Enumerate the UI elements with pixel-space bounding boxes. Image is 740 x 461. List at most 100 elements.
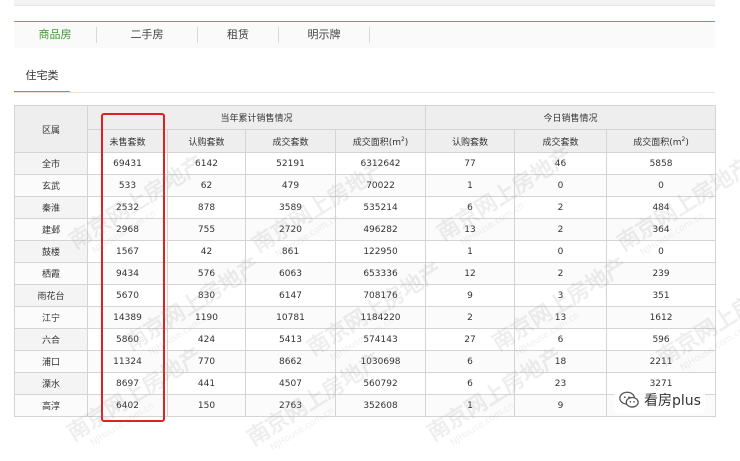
section-label-residential[interactable]: 住宅类 [14, 69, 70, 93]
table-row: 秦淮 2532 878 3589 535214 6 2 484 [14, 196, 717, 219]
year-subscribed-cell: 62 [167, 174, 246, 197]
brand-name: 看房plus [644, 393, 701, 409]
header-group-today: 今日销售情况 [425, 105, 717, 130]
year-deals-cell: 52191 [245, 152, 336, 175]
today-deals-cell: 3 [514, 284, 608, 307]
wechat-icon [619, 391, 639, 408]
unsold-cell: 69431 [87, 152, 168, 175]
today-area-cell: 484 [606, 196, 717, 219]
year-deals-cell: 4507 [245, 372, 336, 395]
today-subscribed-cell: 1 [425, 394, 516, 417]
year-subscribed-cell: 576 [167, 262, 246, 285]
today-subscribed-cell: 13 [425, 218, 516, 241]
header-year-deals: 成交套数 [245, 129, 336, 153]
section-divider [14, 92, 715, 93]
table-row: 高淳 6402 150 2763 352608 1 9 [14, 394, 717, 417]
today-deals-cell: 2 [514, 218, 608, 241]
table-row: 建邺 2968 755 2720 496282 13 2 364 [14, 218, 717, 241]
today-deals-cell: 9 [514, 394, 608, 417]
year-deals-cell: 479 [245, 174, 336, 197]
year-deals-cell: 2720 [245, 218, 336, 241]
year-area-cell: 70022 [334, 174, 427, 197]
today-subscribed-cell: 27 [425, 328, 516, 351]
header-year-area-label: 成交面积(m [352, 137, 401, 148]
sales-table: 区属 当年累计销售情况 今日销售情况 未售套数 认购套数 成交套数 成交面积(m… [14, 105, 717, 417]
unsold-cell: 11324 [87, 350, 168, 373]
year-subscribed-cell: 424 [167, 328, 246, 351]
header-today-area-close: ) [685, 137, 689, 148]
tab-disclosure[interactable]: 明示牌 [279, 27, 370, 43]
today-area-cell: 0 [606, 240, 717, 263]
table-row: 江宁 14389 1190 10781 1184220 2 13 1612 [14, 306, 717, 329]
header-year-area-close: ) [404, 137, 409, 148]
header-today-area-label: 成交面积(m [633, 137, 682, 148]
district-cell: 栖霞 [14, 262, 88, 285]
header-today-area: 成交面积(m2) [606, 129, 717, 153]
year-subscribed-cell: 6142 [167, 152, 246, 175]
year-subscribed-cell: 441 [167, 372, 246, 395]
today-deals-cell: 2 [514, 262, 608, 285]
tab-new-homes[interactable]: 商品房 [14, 27, 97, 43]
today-deals-cell: 0 [514, 174, 608, 197]
district-cell: 溧水 [14, 372, 88, 395]
today-subscribed-cell: 6 [425, 196, 516, 219]
header-district: 区属 [14, 105, 88, 153]
tab-rental[interactable]: 租赁 [198, 27, 279, 43]
today-subscribed-cell: 6 [425, 372, 516, 395]
today-subscribed-cell: 1 [425, 240, 516, 263]
year-deals-cell: 3589 [245, 196, 336, 219]
unsold-cell: 8697 [87, 372, 168, 395]
year-area-cell: 122950 [334, 240, 427, 263]
district-cell: 玄武 [14, 174, 88, 197]
tab-second-hand[interactable]: 二手房 [97, 27, 198, 43]
unsold-cell: 14389 [87, 306, 168, 329]
today-deals-cell: 0 [514, 240, 608, 263]
district-cell: 雨花台 [14, 284, 88, 307]
header-today-deals: 成交套数 [514, 129, 608, 153]
year-area-cell: 560792 [334, 372, 427, 395]
table-row: 全市 69431 6142 52191 6312642 77 46 5858 [14, 152, 717, 175]
top-strip [14, 0, 715, 6]
year-deals-cell: 10781 [245, 306, 336, 329]
tab-bar: 商品房 二手房 租赁 明示牌 [14, 21, 715, 48]
year-subscribed-cell: 770 [167, 350, 246, 373]
unsold-cell: 1567 [87, 240, 168, 263]
header-unsold: 未售套数 [87, 129, 168, 153]
today-subscribed-cell: 6 [425, 350, 516, 373]
year-area-cell: 574143 [334, 328, 427, 351]
year-area-cell: 6312642 [334, 152, 427, 175]
year-area-cell: 1030698 [334, 350, 427, 373]
today-deals-cell: 46 [514, 152, 608, 175]
year-subscribed-cell: 150 [167, 394, 246, 417]
today-area-cell: 351 [606, 284, 717, 307]
year-area-cell: 653336 [334, 262, 427, 285]
year-area-cell: 708176 [334, 284, 427, 307]
today-area-cell: 239 [606, 262, 717, 285]
district-cell: 高淳 [14, 394, 88, 417]
header-year-area: 成交面积(m2) [334, 129, 427, 153]
district-cell: 秦淮 [14, 196, 88, 219]
district-cell: 建邺 [14, 218, 88, 241]
today-area-cell: 2211 [606, 350, 717, 373]
district-cell: 六合 [14, 328, 88, 351]
district-cell: 江宁 [14, 306, 88, 329]
unsold-cell: 5860 [87, 328, 168, 351]
year-subscribed-cell: 42 [167, 240, 246, 263]
year-subscribed-cell: 755 [167, 218, 246, 241]
sales-table-body: 全市 69431 6142 52191 6312642 77 46 5858 玄武 533 62 47… [14, 152, 717, 417]
year-deals-cell: 8662 [245, 350, 336, 373]
today-deals-cell: 23 [514, 372, 608, 395]
table-row: 玄武 533 62 479 70022 1 0 0 [14, 174, 717, 197]
year-deals-cell: 5413 [245, 328, 336, 351]
table-row: 栖霞 9434 576 6063 653336 12 2 239 [14, 262, 717, 285]
unsold-cell: 9434 [87, 262, 168, 285]
header-today-subscribed: 认购套数 [425, 129, 516, 153]
today-area-cell: 0 [606, 174, 717, 197]
year-deals-cell: 6147 [245, 284, 336, 307]
today-area-cell: 596 [606, 328, 717, 351]
header-group-year: 当年累计销售情况 [86, 105, 427, 130]
year-deals-cell: 861 [245, 240, 336, 263]
district-cell: 鼓楼 [14, 240, 88, 263]
year-area-cell: 496282 [334, 218, 427, 241]
today-subscribed-cell: 2 [425, 306, 516, 329]
